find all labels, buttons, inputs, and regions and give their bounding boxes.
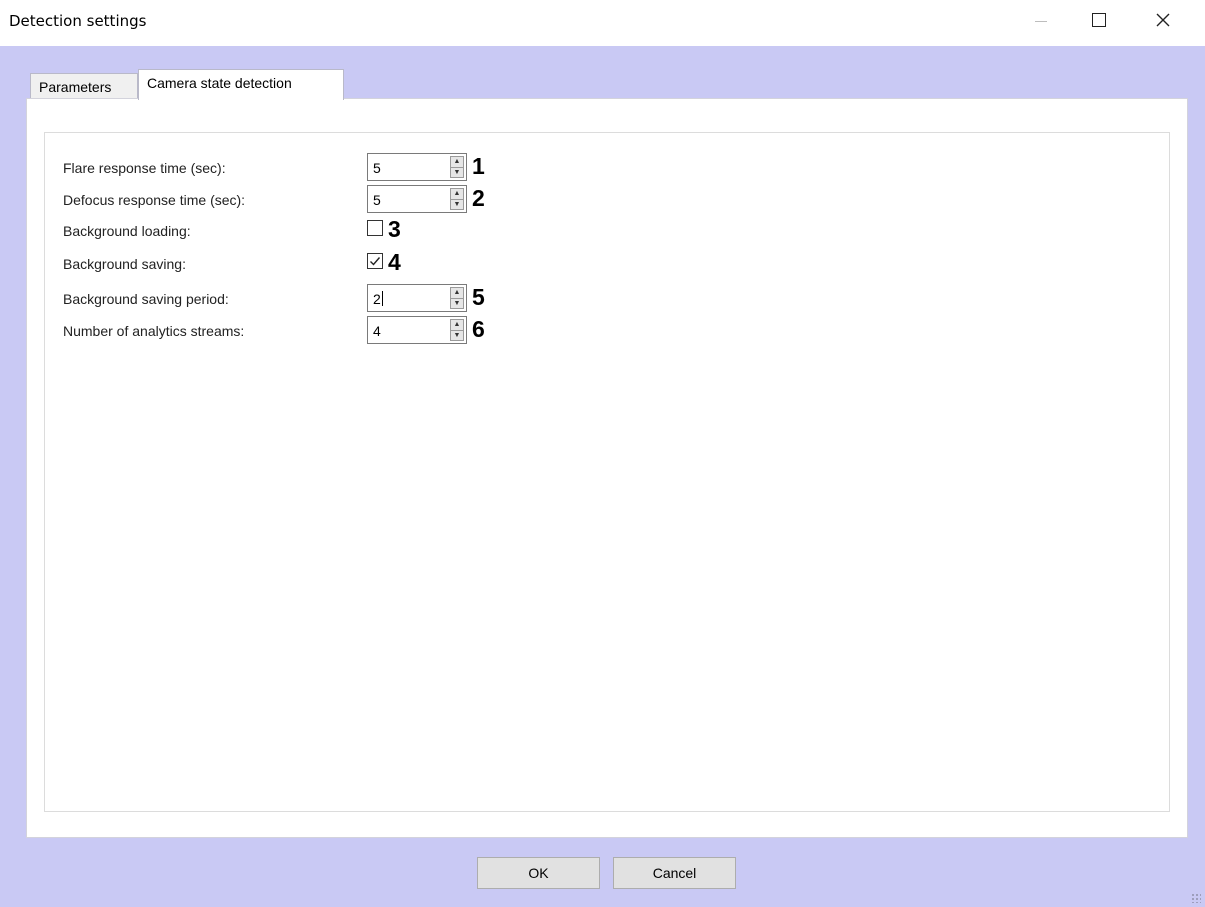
callout-marker: 1	[472, 153, 485, 179]
close-icon	[1156, 13, 1170, 27]
spin-down-icon[interactable]: ▼	[451, 299, 463, 309]
spin-buttons: ▲ ▼	[450, 188, 464, 210]
analytics-streams-spinner[interactable]: 4 ▲ ▼	[367, 316, 467, 344]
analytics-streams-label: Number of analytics streams:	[63, 323, 245, 339]
spin-down-icon[interactable]: ▼	[451, 168, 463, 178]
minimize-icon	[1035, 20, 1047, 22]
background-saving-label: Background saving:	[63, 256, 186, 272]
text-caret	[381, 291, 383, 306]
background-saving-period-label: Background saving period:	[63, 291, 229, 307]
flare-response-time-label: Flare response time (sec):	[63, 160, 226, 176]
flare-response-time-spinner[interactable]: 5 ▲ ▼	[367, 153, 467, 181]
analytics-streams-value[interactable]: 4	[373, 323, 381, 339]
defocus-response-time-label: Defocus response time (sec):	[63, 192, 246, 208]
field-row-background-loading: Background loading: 3	[45, 215, 1169, 243]
window-title: Detection settings	[9, 12, 147, 30]
background-loading-label: Background loading:	[63, 223, 191, 239]
spin-up-icon[interactable]: ▲	[451, 157, 463, 168]
spin-up-icon[interactable]: ▲	[451, 189, 463, 200]
background-saving-period-text[interactable]: 2	[373, 291, 381, 307]
spin-buttons: ▲ ▼	[450, 156, 464, 178]
cancel-button[interactable]: Cancel	[613, 857, 736, 889]
field-row-analytics-streams: Number of analytics streams: 4 ▲ ▼ 6	[45, 315, 1169, 344]
maximize-button[interactable]	[1076, 0, 1122, 40]
spin-down-icon[interactable]: ▼	[451, 200, 463, 210]
spin-buttons: ▲ ▼	[450, 319, 464, 341]
checkmark-icon	[370, 257, 381, 266]
field-row-background-saving: Background saving: 4	[45, 248, 1169, 276]
defocus-response-time-value[interactable]: 5	[373, 192, 381, 208]
callout-marker: 2	[472, 185, 485, 211]
title-bar: Detection settings	[0, 0, 1205, 46]
background-saving-period-value[interactable]: 2	[373, 291, 383, 307]
settings-group: Flare response time (sec): 5 ▲ ▼ 1 Defoc…	[44, 132, 1170, 812]
spin-up-icon[interactable]: ▲	[451, 320, 463, 331]
callout-marker: 5	[472, 284, 485, 310]
background-loading-checkbox[interactable]	[367, 220, 383, 236]
defocus-response-time-spinner[interactable]: 5 ▲ ▼	[367, 185, 467, 213]
spin-buttons: ▲ ▼	[450, 287, 464, 309]
background-saving-checkbox[interactable]	[367, 253, 383, 269]
callout-marker: 3	[388, 216, 401, 242]
callout-marker: 4	[388, 249, 401, 275]
maximize-icon	[1092, 13, 1106, 27]
close-button[interactable]	[1140, 0, 1186, 40]
tab-panel-camera-state-detection: Flare response time (sec): 5 ▲ ▼ 1 Defoc…	[26, 98, 1188, 838]
field-row-background-saving-period: Background saving period: 2 ▲ ▼ 5	[45, 283, 1169, 312]
dialog-client-area: Parameters Camera state detection Flare …	[0, 46, 1205, 907]
field-row-defocus-response-time: Defocus response time (sec): 5 ▲ ▼ 2	[45, 184, 1169, 213]
spin-up-icon[interactable]: ▲	[451, 288, 463, 299]
ok-button[interactable]: OK	[477, 857, 600, 889]
spin-down-icon[interactable]: ▼	[451, 331, 463, 341]
minimize-button[interactable]	[1018, 0, 1064, 40]
tab-camera-state-detection[interactable]: Camera state detection	[138, 69, 344, 100]
flare-response-time-value[interactable]: 5	[373, 160, 381, 176]
resize-grip-icon[interactable]	[1191, 893, 1201, 903]
field-row-flare-response-time: Flare response time (sec): 5 ▲ ▼ 1	[45, 152, 1169, 181]
tab-parameters[interactable]: Parameters	[30, 73, 138, 99]
callout-marker: 6	[472, 316, 485, 342]
background-saving-period-spinner[interactable]: 2 ▲ ▼	[367, 284, 467, 312]
